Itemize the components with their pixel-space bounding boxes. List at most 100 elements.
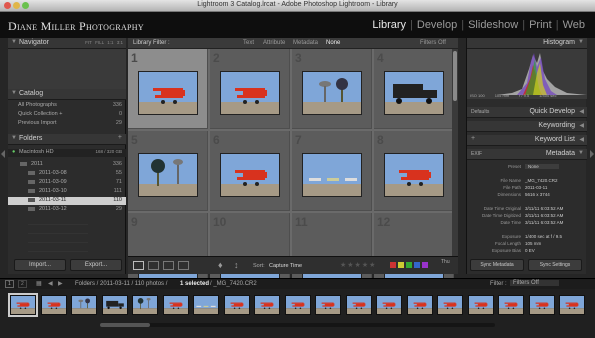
grid-cell[interactable]: 5 bbox=[128, 131, 208, 211]
back-arrow-icon[interactable]: ◀ bbox=[48, 280, 53, 287]
photo-thumbnail[interactable] bbox=[138, 71, 198, 115]
scroll-thumb[interactable] bbox=[453, 51, 457, 101]
loupe-view-icon[interactable] bbox=[148, 261, 159, 270]
filmstrip-thumbnail[interactable] bbox=[345, 295, 372, 315]
catalog-item-all-photographs[interactable]: All Photographs 336 bbox=[8, 102, 126, 110]
rating-stars[interactable]: ★★★★★ bbox=[340, 261, 376, 269]
module-develop[interactable]: Develop bbox=[413, 19, 461, 31]
quick-develop-preset[interactable]: Defaults bbox=[471, 109, 489, 115]
filmstrip-thumbnail[interactable] bbox=[223, 295, 250, 315]
photo-thumbnail[interactable] bbox=[302, 153, 362, 197]
filmstrip-thumbnail[interactable] bbox=[40, 295, 67, 315]
catalog-item-quick-collection[interactable]: Quick Collection + 0 bbox=[8, 111, 126, 119]
filmstrip-thumbnail[interactable] bbox=[71, 295, 97, 315]
filmstrip-thumbnail[interactable] bbox=[254, 295, 280, 315]
photo-thumbnail[interactable] bbox=[384, 153, 444, 197]
grid-scrollbar[interactable] bbox=[452, 49, 458, 274]
photo-thumbnail[interactable] bbox=[220, 71, 280, 115]
grid-cell[interactable]: 7 bbox=[292, 131, 372, 211]
filmstrip-scroll-thumb[interactable] bbox=[100, 323, 150, 327]
zoom-fill[interactable]: FILL bbox=[95, 40, 104, 45]
add-keyword-icon[interactable]: + bbox=[471, 135, 475, 142]
navigator-preview[interactable] bbox=[8, 49, 126, 89]
page-1-button[interactable]: 1 bbox=[5, 280, 14, 288]
filmstrip-thumbnail[interactable] bbox=[376, 295, 402, 315]
filmstrip-filter-dropdown[interactable]: Filters Off bbox=[510, 280, 559, 286]
keyword-list-header[interactable]: + Keyword List ◀ bbox=[467, 135, 587, 146]
filmstrip-thumbnail[interactable] bbox=[315, 295, 341, 315]
keywording-header[interactable]: Keywording ◀ bbox=[467, 121, 587, 132]
grid-cell[interactable]: 2 bbox=[210, 49, 290, 129]
catalog-header[interactable]: ▼ Catalog bbox=[8, 89, 126, 100]
grid-cell[interactable]: 8 bbox=[374, 131, 454, 211]
filmstrip-thumbnail[interactable] bbox=[8, 293, 38, 317]
folder-item[interactable]: 2011-03-08 55 bbox=[8, 170, 126, 178]
folder-item[interactable]: 2011-03-12 29 bbox=[8, 206, 126, 214]
right-panel-toggle-icon[interactable] bbox=[590, 150, 594, 158]
sync-metadata-button[interactable]: Sync Metadata bbox=[470, 259, 524, 271]
grid-cell[interactable]: 6 bbox=[210, 131, 290, 211]
photo-thumbnail[interactable] bbox=[220, 153, 280, 197]
metadata-view-select[interactable]: EXIF bbox=[471, 151, 482, 157]
zoom-fit[interactable]: FIT bbox=[85, 40, 92, 45]
left-panel-toggle-icon[interactable] bbox=[1, 150, 5, 158]
filter-metadata[interactable]: Metadata bbox=[293, 40, 318, 46]
import-button[interactable]: Import... bbox=[14, 259, 66, 271]
page-2-button[interactable]: 2 bbox=[18, 280, 27, 288]
photo-thumbnail[interactable] bbox=[384, 71, 444, 115]
filmstrip-thumbnail[interactable] bbox=[437, 295, 463, 315]
folder-item[interactable]: 2011-03-09 71 bbox=[8, 179, 126, 187]
module-web[interactable]: Web bbox=[559, 19, 589, 31]
filmstrip-thumbnail[interactable] bbox=[193, 295, 219, 315]
metadata-header[interactable]: EXIF Metadata ▼ bbox=[467, 149, 587, 160]
module-slideshow[interactable]: Slideshow bbox=[464, 19, 522, 31]
folder-item[interactable]: 2011 336 bbox=[8, 161, 126, 169]
folder-item-selected[interactable]: 2011-03-11 110 bbox=[8, 197, 126, 205]
filter-none[interactable]: None bbox=[326, 40, 340, 46]
photo-thumbnail[interactable] bbox=[302, 71, 362, 115]
compare-view-icon[interactable] bbox=[163, 261, 174, 270]
filmstrip-thumbnail[interactable] bbox=[559, 295, 585, 315]
filmstrip-thumbnail[interactable] bbox=[101, 295, 128, 315]
sort-direction-icon[interactable]: ↕ bbox=[234, 260, 239, 270]
filmstrip-thumbnail[interactable] bbox=[467, 295, 494, 315]
quick-develop-header[interactable]: Defaults Quick Develop ◀ bbox=[467, 107, 587, 118]
folder-item[interactable]: 2011-03-10 111 bbox=[8, 188, 126, 196]
module-print[interactable]: Print bbox=[525, 19, 556, 31]
forward-arrow-icon[interactable]: ▶ bbox=[58, 280, 63, 287]
sort-dropdown[interactable]: Capture Time bbox=[269, 263, 302, 269]
color-labels[interactable] bbox=[390, 262, 428, 268]
navigator-zoom-options[interactable]: FIT FILL 1:1 3:1 bbox=[85, 40, 123, 45]
histogram-header[interactable]: Histogram ▼ bbox=[467, 38, 587, 49]
catalog-item-previous-import[interactable]: Previous Import 29 bbox=[8, 120, 126, 128]
metadata-preset-row[interactable]: Preset None bbox=[469, 164, 587, 170]
filter-attribute[interactable]: Attribute bbox=[263, 40, 285, 46]
grid-cell[interactable]: 4 bbox=[374, 49, 454, 129]
folders-header[interactable]: ▼ Folders + bbox=[8, 134, 126, 145]
navigator-header[interactable]: ▼ Navigator FIT FILL 1:1 3:1 bbox=[8, 38, 126, 49]
metadata-preset-dropdown[interactable]: None bbox=[525, 164, 559, 169]
filmstrip-thumbnail[interactable] bbox=[284, 295, 311, 315]
filmstrip-thumbnail[interactable] bbox=[162, 295, 189, 315]
grid-nav-icon[interactable]: ▦ bbox=[36, 280, 42, 287]
painter-icon[interactable]: ♦ bbox=[218, 260, 223, 270]
filmstrip-thumbnail[interactable] bbox=[132, 295, 158, 315]
grid-view-icon[interactable] bbox=[133, 261, 144, 270]
grid-cell[interactable]: 3 bbox=[292, 49, 372, 129]
zoom-1-1[interactable]: 1:1 bbox=[107, 40, 113, 45]
survey-view-icon[interactable] bbox=[178, 261, 189, 270]
module-library[interactable]: Library bbox=[368, 19, 410, 31]
volume-row[interactable]: ● Macintosh HD 168 / 320 GB bbox=[8, 149, 126, 157]
zoom-3-1[interactable]: 3:1 bbox=[117, 40, 123, 45]
filmstrip-thumbnail[interactable] bbox=[528, 295, 555, 315]
add-folder-icon[interactable]: + bbox=[118, 134, 122, 141]
filmstrip-scrollbar[interactable] bbox=[100, 323, 495, 327]
filmstrip-thumbnail[interactable] bbox=[406, 295, 433, 315]
export-button[interactable]: Export... bbox=[70, 259, 122, 271]
filmstrip-thumbnail[interactable] bbox=[498, 295, 524, 315]
source-path[interactable]: Folders / 2011-03-11 / 110 photos / bbox=[75, 281, 167, 287]
photo-thumbnail[interactable] bbox=[138, 153, 198, 197]
grid-cell[interactable]: 1 bbox=[128, 49, 208, 129]
histogram-graph[interactable]: ISO 100 105 mm f / 9.5 1/400 sec bbox=[467, 49, 587, 99]
filter-text[interactable]: Text bbox=[243, 40, 254, 46]
